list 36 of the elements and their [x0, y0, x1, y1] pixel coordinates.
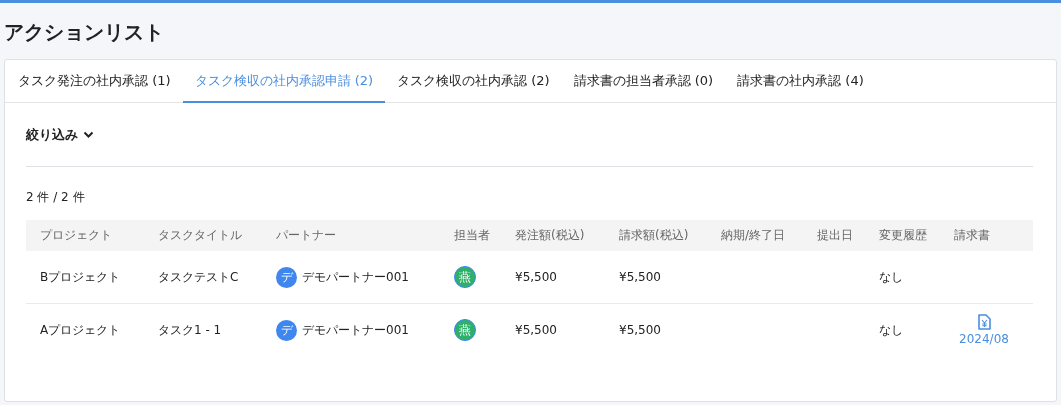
avatar: 燕: [454, 319, 476, 341]
tab[interactable]: タスク検収の社内承認申請 (2): [182, 60, 386, 103]
column-header: 請求額(税込): [605, 220, 707, 251]
column-header: 納期/終了日: [707, 220, 803, 251]
page-title: アクションリスト: [4, 19, 165, 46]
tab[interactable]: 請求書の担当者承認 (0): [561, 60, 726, 103]
partner-name: デモパートナー001: [302, 321, 409, 339]
tab[interactable]: 請求書の社内承認 (4): [725, 60, 876, 103]
chevron-down-icon: [83, 131, 94, 139]
avatar: 燕: [454, 266, 476, 288]
table-cell: なし: [865, 251, 940, 304]
table-cell: ¥5,500: [605, 251, 707, 304]
partner-name: デモパートナー001: [302, 268, 409, 286]
column-header: 請求書: [940, 220, 1033, 251]
table-cell: Bプロジェクト: [26, 251, 144, 304]
column-header: プロジェクト: [26, 220, 144, 251]
column-header: 変更履歴: [865, 220, 940, 251]
table-cell: ¥5,500: [501, 251, 605, 304]
filter-toggle[interactable]: 絞り込み: [26, 126, 94, 144]
result-count: 2 件 / 2 件: [26, 189, 86, 206]
table-cell-text: ¥5,500: [514, 322, 558, 339]
tab[interactable]: タスク検収の社内承認 (2): [385, 60, 562, 103]
avatar: デ: [276, 319, 297, 341]
column-header: パートナー: [262, 220, 440, 251]
table-cell-text: なし: [878, 321, 904, 339]
table-cell: タスクテストC: [144, 251, 262, 304]
tab[interactable]: タスク発注の社内承認 (1): [6, 60, 183, 103]
table-cell-text: ¥5,500: [618, 322, 662, 339]
column-header: 担当者: [440, 220, 501, 251]
table-cell-text: Aプロジェクト: [39, 321, 122, 339]
avatar: デ: [276, 266, 297, 288]
column-header: 発注額(税込): [501, 220, 605, 251]
yen-document-icon: [977, 314, 991, 330]
column-header: タスクタイトル: [144, 220, 262, 251]
table-cell-text: タスク1 - 1: [157, 321, 223, 339]
column-header: 提出日: [803, 220, 865, 251]
